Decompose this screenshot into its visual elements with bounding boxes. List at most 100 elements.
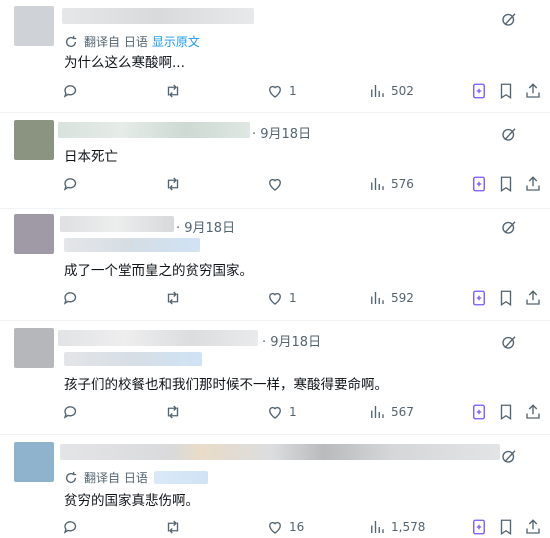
- translated-from: 翻译自 日语: [84, 471, 148, 485]
- reply-post[interactable]: · 9月18日 孩子们的校餐也和我们那时候不一样，寒酸得要命啊。 1 567: [0, 320, 550, 435]
- like-button[interactable]: [266, 173, 289, 195]
- reply-post[interactable]: 翻译自 日语 贫穷的国家真悲伤啊。 16 1,578: [0, 434, 550, 536]
- reply-button[interactable]: [62, 401, 85, 423]
- translate-icon: [64, 35, 78, 49]
- translation-note: 翻译自 日语 显示原文: [64, 33, 200, 50]
- like-icon: [269, 178, 281, 191]
- more-icon[interactable]: [500, 10, 518, 28]
- blurred-translation-note: [64, 352, 202, 366]
- like-icon: [269, 521, 281, 534]
- post-text: 为什么这么寒酸啊...: [64, 55, 185, 71]
- retweet-icon: [167, 405, 179, 419]
- share-icon: [526, 404, 540, 419]
- blurred-show-original[interactable]: [153, 471, 208, 484]
- reply-icon: [63, 406, 77, 419]
- post-date[interactable]: · 9月18日: [176, 217, 235, 236]
- blurred-username[interactable]: [58, 330, 258, 346]
- views-button[interactable]: 567: [368, 401, 414, 423]
- retweet-button[interactable]: [164, 80, 187, 102]
- post-date[interactable]: · 9月18日: [252, 123, 311, 142]
- reply-post[interactable]: 翻译自 日语 显示原文 为什么这么寒酸啊... 1 502: [0, 0, 550, 113]
- share-button[interactable]: [524, 287, 542, 309]
- post-text: 日本死亡: [64, 149, 118, 165]
- like-icon: [269, 406, 281, 419]
- bookmark-icon: [500, 519, 512, 536]
- like-button[interactable]: 1: [266, 287, 297, 309]
- retweet-button[interactable]: [164, 173, 187, 195]
- blurred-username[interactable]: [62, 8, 254, 24]
- reply-button[interactable]: [62, 173, 85, 195]
- more-icon[interactable]: [500, 218, 518, 236]
- action-bar: 1 592: [0, 287, 550, 309]
- grok-button[interactable]: [470, 401, 488, 423]
- avatar[interactable]: [14, 214, 54, 254]
- share-icon: [526, 83, 540, 98]
- blurred-translation-note: [64, 238, 200, 252]
- bookmark-button[interactable]: [497, 173, 515, 195]
- action-bar: 1 502: [0, 80, 550, 102]
- retweet-icon: [167, 520, 179, 534]
- views-icon: [371, 85, 384, 97]
- translated-from: 翻译自 日语: [84, 35, 148, 49]
- post-text: 成了一个堂而皇之的贫穷国家。: [64, 263, 253, 279]
- like-button[interactable]: 1: [266, 401, 297, 423]
- reply-post[interactable]: · 9月18日 成了一个堂而皇之的贫穷国家。 1 592: [0, 208, 550, 321]
- retweet-icon: [167, 291, 179, 305]
- grok-button[interactable]: [470, 287, 488, 309]
- blurred-username[interactable]: [60, 444, 500, 460]
- blurred-username[interactable]: [58, 122, 250, 138]
- grok-icon: [473, 176, 485, 192]
- reply-button[interactable]: [62, 80, 85, 102]
- translate-icon: [64, 471, 78, 485]
- retweet-button[interactable]: [164, 401, 187, 423]
- like-button[interactable]: 1: [266, 80, 297, 102]
- share-button[interactable]: [524, 173, 542, 195]
- bookmark-button[interactable]: [497, 80, 515, 102]
- bookmark-button[interactable]: [497, 401, 515, 423]
- bookmark-icon: [500, 404, 512, 421]
- more-icon[interactable]: [500, 125, 518, 143]
- views-button[interactable]: 592: [368, 287, 414, 309]
- share-button[interactable]: [524, 80, 542, 102]
- grok-button[interactable]: [470, 173, 488, 195]
- views-icon: [371, 406, 384, 418]
- bookmark-icon: [500, 176, 512, 193]
- avatar[interactable]: [14, 328, 54, 368]
- show-original-link[interactable]: 显示原文: [152, 33, 200, 50]
- avatar[interactable]: [14, 120, 54, 160]
- views-button[interactable]: 576: [368, 173, 414, 195]
- avatar[interactable]: [14, 442, 54, 482]
- more-icon[interactable]: [500, 447, 518, 465]
- like-icon: [269, 292, 281, 305]
- views-icon: [371, 292, 384, 304]
- blurred-username[interactable]: [60, 216, 174, 232]
- share-icon: [526, 290, 540, 305]
- bookmark-button[interactable]: [497, 287, 515, 309]
- grok-icon: [473, 290, 485, 306]
- views-button[interactable]: 502: [368, 80, 414, 102]
- action-bar: 1 567: [0, 401, 550, 423]
- share-icon: [526, 176, 540, 191]
- more-icon[interactable]: [500, 333, 518, 351]
- views-icon: [371, 521, 384, 533]
- share-button[interactable]: [524, 401, 542, 423]
- retweet-icon: [167, 177, 179, 191]
- views-icon: [371, 178, 384, 190]
- grok-icon: [473, 519, 485, 535]
- post-text: 孩子们的校餐也和我们那时候不一样，寒酸得要命啊。: [64, 377, 388, 393]
- retweet-icon: [167, 84, 179, 98]
- avatar[interactable]: [14, 6, 54, 46]
- reply-icon: [63, 85, 77, 98]
- grok-button[interactable]: [470, 80, 488, 102]
- reply-button[interactable]: [62, 287, 85, 309]
- bookmark-icon: [500, 290, 512, 307]
- retweet-button[interactable]: [164, 287, 187, 309]
- share-icon: [526, 519, 540, 534]
- reply-icon: [63, 178, 77, 191]
- post-date[interactable]: · 9月18日: [262, 331, 321, 350]
- reply-post[interactable]: · 9月18日 日本死亡 576: [0, 112, 550, 209]
- grok-icon: [473, 404, 485, 420]
- like-icon: [269, 85, 281, 98]
- action-bar: 576: [0, 173, 550, 195]
- bookmark-icon: [500, 83, 512, 100]
